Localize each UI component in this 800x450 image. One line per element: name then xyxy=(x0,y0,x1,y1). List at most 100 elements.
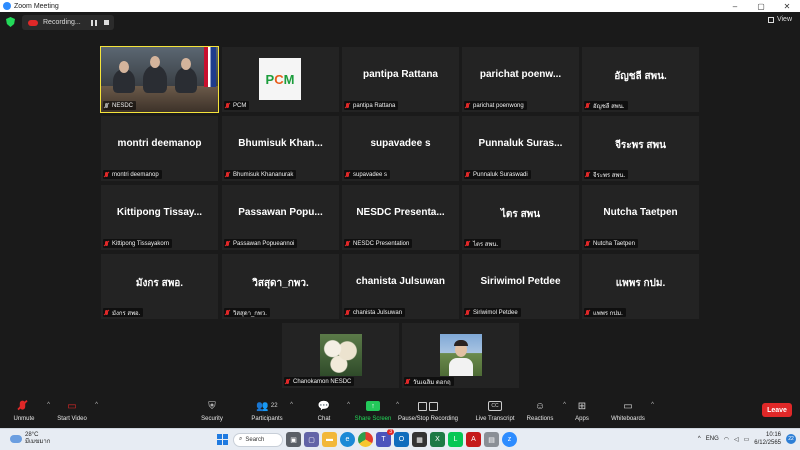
minimize-button[interactable]: – xyxy=(722,0,748,12)
security-button[interactable]: ⛨ Security xyxy=(182,398,242,423)
participant-label: NESDC Presentation xyxy=(344,239,413,248)
pause-recording-icon[interactable] xyxy=(90,19,97,26)
participant-tile[interactable]: Bhumisuk Khan... Bhumisuk Khananurak xyxy=(222,116,339,181)
chat-bubble-icon: 💬 xyxy=(317,400,331,412)
mic-muted-icon xyxy=(104,102,109,109)
participant-name: parichat poenw... xyxy=(479,69,562,80)
mic-muted-icon xyxy=(104,171,109,178)
video-off-icon: ▭ xyxy=(67,400,77,412)
clock[interactable]: 10:16 6/12/2565 xyxy=(754,431,781,447)
maximize-button[interactable]: ▢ xyxy=(748,0,774,12)
mic-muted-icon xyxy=(585,171,590,178)
participant-tile[interactable]: Chanokamon NESDC xyxy=(282,323,399,388)
participant-tile[interactable]: pantipa Rattana pantipa Rattana xyxy=(342,47,459,112)
search-icon: ⌕ xyxy=(239,436,243,442)
participant-tile[interactable]: แพพร กปม. แพพร กปม. xyxy=(582,254,699,319)
participant-tile[interactable]: Kittipong Tissay... Kittipong Tissayakor… xyxy=(101,185,218,250)
mic-muted-icon xyxy=(285,378,290,385)
participant-tile[interactable]: Passawan Popu... Passawan Popueannoi xyxy=(222,185,339,250)
excel-icon[interactable]: X xyxy=(430,432,445,447)
participant-tile[interactable]: NESDC xyxy=(100,46,219,113)
participant-label: Kittipong Tissayakorn xyxy=(103,239,173,248)
notification-badge[interactable]: 22 xyxy=(786,434,796,444)
participant-tile[interactable]: ไตร สพน ไตร สพน. xyxy=(462,185,579,250)
participant-name: มังกร สพอ. xyxy=(135,278,184,289)
weather-widget[interactable]: 28°C มีเมฆมาก xyxy=(10,432,50,446)
participants-button[interactable]: 👥 22 Participants ^ xyxy=(237,398,297,423)
participant-name: Passawan Popu... xyxy=(238,207,323,218)
participant-tile[interactable]: montri deemanop montri deemanop xyxy=(101,116,218,181)
whiteboards-button[interactable]: ▭ Whiteboards ^ xyxy=(598,398,658,423)
windows-start-icon[interactable] xyxy=(215,432,230,447)
participant-label: Bhumisuk Khananurak xyxy=(224,170,297,179)
pcm-logo: PCM xyxy=(259,58,301,100)
chrome-browser-icon[interactable] xyxy=(358,432,373,447)
tray-overflow-icon[interactable]: ^ xyxy=(698,436,701,442)
whiteboard-options-caret[interactable]: ^ xyxy=(651,402,654,408)
encryption-shield-icon[interactable] xyxy=(6,17,15,27)
mic-muted-icon xyxy=(465,171,470,178)
participant-name: montri deemanop xyxy=(117,138,202,149)
participant-name: Siriwimol Petdee xyxy=(480,276,561,287)
window-title: Zoom Meeting xyxy=(14,2,59,10)
start-video-button[interactable]: ▭ Start Video ^ xyxy=(42,398,102,423)
wifi-icon[interactable]: ◠ xyxy=(724,436,729,443)
participant-name: Punnaluk Suras... xyxy=(478,138,563,149)
participant-tile[interactable]: Siriwimol Petdee Siriwimol Petdee xyxy=(462,254,579,319)
meeting-controls: Unmute ^ ▭ Start Video ^ ⛨ Security 👥 22 … xyxy=(0,396,800,428)
video-options-caret[interactable]: ^ xyxy=(95,402,98,408)
view-button[interactable]: View xyxy=(767,16,792,23)
file-explorer-icon[interactable]: ▬ xyxy=(322,432,337,447)
participant-tile[interactable]: วันเฉลิม ดอกฤ xyxy=(402,323,519,388)
teams-icon[interactable]: T3 xyxy=(376,429,394,447)
cloud-weather-icon xyxy=(10,435,22,443)
participant-label: มังกร สพอ. xyxy=(103,308,144,317)
share-screen-button[interactable]: ↑ Share Screen ^ xyxy=(343,398,403,422)
mic-muted-icon xyxy=(225,171,230,178)
participant-label: PCM xyxy=(224,101,250,110)
language-indicator[interactable]: ENG xyxy=(706,436,719,442)
participant-tile[interactable]: จีระพร สพน จีระพร สพน. xyxy=(582,116,699,181)
weather-description: มีเมฆมาก xyxy=(25,439,51,445)
participant-tile[interactable]: NESDC Presenta... NESDC Presentation xyxy=(342,185,459,250)
participant-tile[interactable]: PCM PCM xyxy=(222,47,339,112)
participant-label: Chanokamon NESDC xyxy=(284,377,355,386)
app-icon[interactable]: ▤ xyxy=(484,432,499,447)
participant-name: Bhumisuk Khan... xyxy=(238,138,323,149)
participant-tile[interactable]: chanista Julsuwan chanista Julsuwan xyxy=(342,254,459,319)
volume-icon[interactable]: ◁ xyxy=(734,436,739,443)
outlook-icon[interactable]: O xyxy=(394,432,409,447)
leave-button[interactable]: Leave xyxy=(762,403,792,417)
participant-name: supavadee s xyxy=(370,138,431,149)
mic-muted-icon xyxy=(585,240,590,247)
microphone-muted-icon xyxy=(18,400,27,412)
participant-tile[interactable]: Nutcha Taetpen Nutcha Taetpen xyxy=(582,185,699,250)
participant-tile[interactable]: อัญชลี สพน. อัญชลี สพน. xyxy=(582,47,699,112)
participant-name: วิสสุดา_กพว. xyxy=(252,278,309,289)
battery-icon[interactable]: ▭ xyxy=(744,436,750,443)
participants-options-caret[interactable]: ^ xyxy=(290,402,293,408)
store-icon[interactable]: ▦ xyxy=(412,432,427,447)
line-icon[interactable]: L xyxy=(448,432,463,447)
mic-muted-icon xyxy=(104,309,109,316)
participant-tile[interactable]: parichat poenw... parichat poenwong xyxy=(462,47,579,112)
participant-name: อัญชลี สพน. xyxy=(614,71,667,82)
edge-browser-icon[interactable]: e xyxy=(340,432,355,447)
pause-stop-recording-button[interactable]: Pause/Stop Recording xyxy=(398,398,458,422)
zoom-taskbar-icon[interactable]: z xyxy=(502,432,517,447)
zoom-logo-icon xyxy=(3,2,11,10)
close-button[interactable]: ✕ xyxy=(774,0,800,12)
taskbar-search[interactable]: ⌕ Search xyxy=(233,432,283,447)
participant-name: ไตร สพน xyxy=(500,209,541,220)
participants-icon: 👥 xyxy=(256,400,269,412)
stop-recording-icon[interactable] xyxy=(103,20,109,25)
acrobat-icon[interactable]: A xyxy=(466,432,481,447)
teams-chat-icon[interactable]: ▢ xyxy=(304,432,319,447)
participant-tile[interactable]: Punnaluk Suras... Punnaluk Suraswadi xyxy=(462,116,579,181)
task-view-icon[interactable]: ▣ xyxy=(286,432,301,447)
security-shield-icon: ⛨ xyxy=(208,400,216,412)
participant-tile[interactable]: supavadee s supavadee s xyxy=(342,116,459,181)
mic-muted-icon xyxy=(225,309,230,316)
participant-tile[interactable]: มังกร สพอ. มังกร สพอ. xyxy=(101,254,218,319)
participant-tile[interactable]: วิสสุดา_กพว. วิสสุดา_กพว. xyxy=(222,254,339,319)
